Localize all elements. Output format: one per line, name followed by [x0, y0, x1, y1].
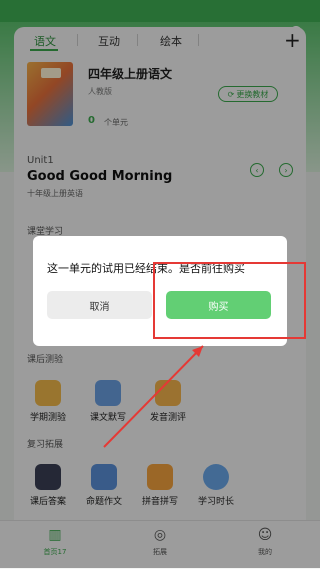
annotation-arrow	[103, 345, 204, 448]
